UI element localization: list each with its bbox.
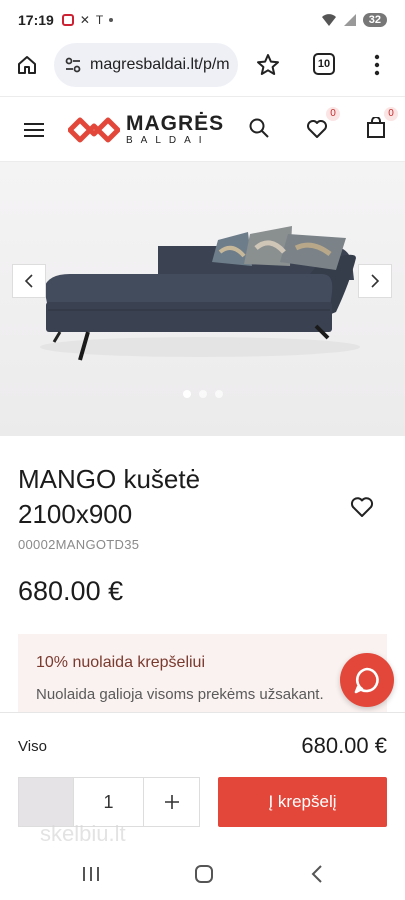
notification-icons: ✕ T bbox=[61, 13, 114, 27]
site-header: MAGRĖS BALDAI 0 0 bbox=[0, 96, 405, 162]
gallery-next-button[interactable] bbox=[358, 264, 392, 298]
logo-sub-text: BALDAI bbox=[126, 135, 210, 146]
address-bar[interactable]: magresbaldai.lt/p/m bbox=[54, 43, 238, 87]
add-to-wishlist-heart-icon[interactable] bbox=[350, 496, 374, 518]
logo-mark-icon bbox=[68, 117, 120, 142]
quantity-input[interactable]: 1 bbox=[74, 778, 144, 826]
product-price: 680.00 € bbox=[18, 576, 124, 606]
tesla-icon: T bbox=[95, 13, 104, 27]
wishlist-count-badge: 0 bbox=[326, 107, 340, 121]
bookmark-star-icon[interactable] bbox=[256, 53, 280, 77]
cart-count-badge: 0 bbox=[384, 107, 398, 121]
home-icon[interactable] bbox=[16, 54, 38, 76]
home-button-icon[interactable] bbox=[194, 865, 214, 883]
quantity-stepper: 1 bbox=[18, 777, 200, 827]
browser-menu-icon[interactable] bbox=[371, 54, 383, 76]
add-to-cart-button[interactable]: Į krepšelį bbox=[218, 777, 387, 827]
sticky-cart-bar: Viso 680.00 € 1 Į krepšelį skelbiu.lt bbox=[0, 712, 405, 846]
quantity-decrease-button[interactable] bbox=[19, 778, 74, 826]
quantity-increase-button[interactable] bbox=[144, 778, 199, 826]
cart-bag-icon[interactable] bbox=[366, 117, 386, 139]
gallery-prev-button[interactable] bbox=[12, 264, 46, 298]
chat-bubble-icon bbox=[354, 667, 379, 694]
status-time: 17:19 bbox=[18, 12, 54, 28]
battery-indicator: 32 bbox=[362, 13, 387, 27]
gallery-dot[interactable] bbox=[198, 390, 207, 398]
signal-icon bbox=[343, 14, 356, 26]
recent-apps-icon[interactable] bbox=[82, 866, 100, 882]
browser-toolbar: magresbaldai.lt/p/m 10 bbox=[0, 40, 405, 96]
url-text: magresbaldai.lt/p/m bbox=[90, 56, 230, 73]
back-icon[interactable] bbox=[310, 865, 324, 883]
total-label: Viso bbox=[18, 738, 47, 755]
promo-text: Nuolaida galioja visoms prekėms užsakant… bbox=[36, 686, 324, 703]
android-navigation-bar bbox=[0, 844, 405, 900]
promo-banner: 10% nuolaida krepšeliui Nuolaida galioja… bbox=[18, 634, 387, 724]
gallery-dot[interactable] bbox=[182, 390, 191, 398]
product-code: 00002MANGOTD35 bbox=[18, 537, 140, 552]
tab-switcher-button[interactable]: 10 bbox=[313, 53, 335, 75]
chevron-right-icon bbox=[371, 274, 380, 288]
menu-icon[interactable] bbox=[24, 123, 44, 137]
product-image-gallery[interactable] bbox=[0, 162, 405, 436]
total-value: 680.00 € bbox=[301, 733, 387, 758]
product-title: MANGO kušetė 2100x900 bbox=[18, 464, 201, 529]
promo-title: 10% nuolaida krepšeliui bbox=[36, 654, 205, 671]
wishlist-icon[interactable] bbox=[306, 119, 328, 139]
plus-icon bbox=[164, 795, 179, 809]
gallery-pagination bbox=[0, 390, 405, 398]
wifi-icon bbox=[321, 14, 336, 26]
instagram-icon bbox=[61, 14, 74, 26]
status-right: 32 bbox=[321, 13, 387, 27]
chat-button[interactable] bbox=[340, 653, 394, 707]
search-icon[interactable] bbox=[248, 117, 270, 139]
site-settings-icon[interactable] bbox=[64, 56, 82, 74]
gallery-dot[interactable] bbox=[214, 390, 223, 398]
status-bar: 17:19 ✕ T 32 bbox=[0, 0, 405, 40]
logo-main-text: MAGRĖS bbox=[126, 112, 225, 135]
missed-call-icon: ✕ bbox=[79, 13, 90, 27]
chevron-left-icon bbox=[24, 274, 33, 288]
more-notifications-icon bbox=[109, 18, 114, 22]
site-logo[interactable]: MAGRĖS BALDAI bbox=[68, 113, 224, 146]
